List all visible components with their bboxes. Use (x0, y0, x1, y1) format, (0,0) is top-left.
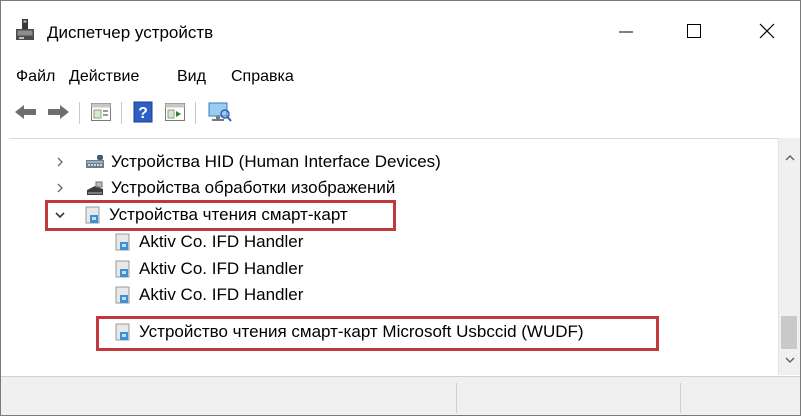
properties-icon (91, 103, 111, 121)
tree-node-label: Устройства HID (Human Interface Devices) (111, 152, 441, 171)
smart-card-reader-icon (115, 233, 130, 251)
tree-node-smart-card-readers[interactable]: Устройства чтения смарт-карт (9, 203, 769, 227)
minimize-button[interactable] (604, 11, 648, 51)
smart-card-reader-icon (115, 260, 130, 278)
tree-node-label: Устройства обработки изображений (111, 178, 396, 197)
back-button[interactable] (13, 100, 39, 124)
close-icon (759, 23, 775, 39)
smart-card-reader-icon (115, 323, 130, 341)
chevron-up-icon (785, 155, 794, 161)
device-manager-window: Диспетчер устройств Файл Действие Вид Сп… (0, 0, 801, 416)
menu-bar: Файл Действие Вид Справка (1, 63, 800, 93)
forward-button[interactable] (45, 100, 71, 124)
scan-hardware-button[interactable] (205, 100, 233, 124)
device-tree: Устройства HID (Human Interface Devices)… (9, 138, 779, 376)
maximize-icon (687, 24, 701, 38)
status-divider (456, 383, 457, 413)
properties-button[interactable] (89, 100, 113, 124)
vertical-scrollbar[interactable] (778, 138, 800, 375)
chevron-right-icon[interactable] (54, 182, 66, 194)
update-driver-button[interactable] (163, 100, 187, 124)
svg-text:?: ? (138, 105, 148, 122)
scroll-up-button[interactable] (779, 149, 800, 167)
smart-card-reader-icon (115, 286, 130, 304)
tree-node-aktiv-ifd-handler[interactable]: Aktiv Co. IFD Handler (9, 230, 769, 254)
toolbar: ? (1, 94, 800, 134)
status-bar (1, 376, 800, 415)
menu-action[interactable]: Действие (69, 68, 139, 86)
tree-node-label: Устройство чтения смарт-карт Microsoft U… (139, 322, 584, 341)
tree-node-label: Aktiv Co. IFD Handler (139, 259, 304, 278)
title-bar: Диспетчер устройств (1, 1, 800, 63)
back-arrow-icon (15, 105, 36, 119)
smart-card-reader-icon (85, 206, 100, 224)
toolbar-separator (79, 102, 80, 124)
window-title: Диспетчер устройств (47, 23, 214, 42)
tree-node-hid[interactable]: Устройства HID (Human Interface Devices) (9, 150, 769, 174)
toolbar-separator (121, 102, 122, 124)
tree-node-imaging[interactable]: Устройства обработки изображений (9, 176, 769, 200)
tree-node-microsoft-usbccid[interactable]: Устройство чтения смарт-карт Microsoft U… (9, 320, 769, 344)
menu-view[interactable]: Вид (177, 68, 206, 86)
menu-help[interactable]: Справка (231, 68, 294, 86)
device-manager-icon (14, 18, 36, 42)
scrollbar-thumb[interactable] (781, 316, 797, 349)
forward-arrow-icon (48, 105, 69, 119)
maximize-button[interactable] (672, 11, 716, 51)
minimize-icon (619, 31, 633, 33)
help-button[interactable]: ? (131, 100, 155, 124)
chevron-right-icon[interactable] (54, 156, 66, 168)
hid-device-icon (86, 155, 104, 168)
tree-node-label: Aktiv Co. IFD Handler (139, 232, 304, 251)
help-icon: ? (133, 101, 153, 123)
tree-node-label: Устройства чтения смарт-карт (109, 205, 348, 224)
tree-node-aktiv-ifd-handler[interactable]: Aktiv Co. IFD Handler (9, 257, 769, 281)
tree-node-label: Aktiv Co. IFD Handler (139, 285, 304, 304)
toolbar-separator (195, 102, 196, 124)
chevron-down-icon[interactable] (54, 209, 66, 221)
scroll-down-button[interactable] (779, 351, 800, 369)
tree-node-aktiv-ifd-handler[interactable]: Aktiv Co. IFD Handler (9, 283, 769, 307)
scan-hardware-icon (208, 102, 232, 122)
update-driver-icon (165, 103, 185, 121)
menu-file[interactable]: Файл (16, 68, 55, 86)
close-button[interactable] (745, 11, 789, 51)
chevron-down-icon (785, 357, 794, 363)
imaging-device-icon (87, 181, 103, 195)
status-divider (680, 383, 681, 413)
